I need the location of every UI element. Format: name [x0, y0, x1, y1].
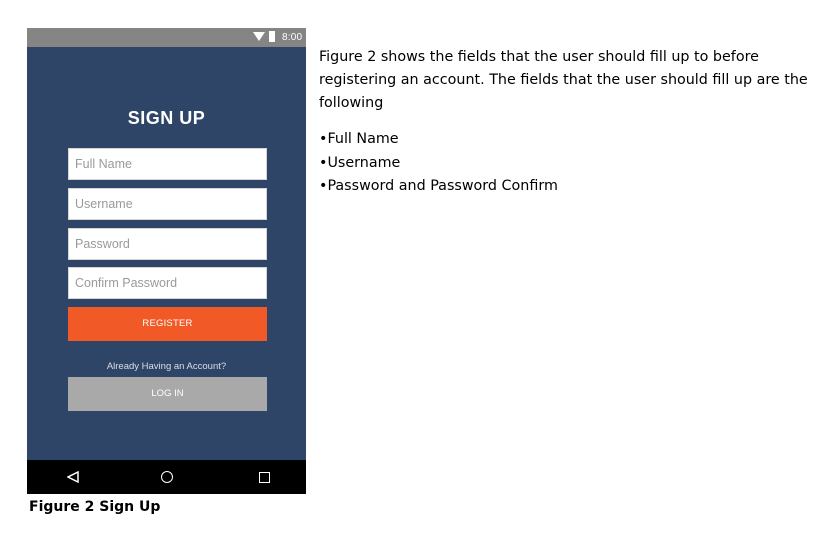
description-text: Figure 2 shows the fields that the user …: [319, 49, 808, 111]
home-icon[interactable]: [161, 471, 173, 483]
password-field[interactable]: [68, 228, 267, 260]
status-bar: 8:00: [27, 28, 306, 47]
register-button[interactable]: REGISTER: [68, 307, 267, 341]
username-field[interactable]: [68, 188, 267, 220]
list-item: Full Name: [319, 128, 558, 152]
wifi-icon: [253, 32, 265, 41]
recent-apps-icon[interactable]: [259, 472, 270, 483]
full-name-field[interactable]: [68, 148, 267, 180]
phone-screenshot: 8:00 SIGN UP REGISTER Already Having an …: [27, 28, 306, 494]
list-item: Username: [319, 152, 558, 176]
list-item: Password and Password Confirm: [319, 175, 557, 199]
status-time: 8:00: [282, 32, 303, 43]
back-icon[interactable]: [67, 471, 79, 483]
battery-icon: [269, 31, 275, 42]
confirm-password-field[interactable]: [68, 267, 267, 299]
page-title: SIGN UP: [127, 108, 206, 128]
android-nav-bar: [27, 460, 306, 494]
figure-caption: Figure 2 Sign Up: [29, 499, 161, 515]
login-button[interactable]: LOG IN: [68, 377, 267, 411]
already-account-text: Already Having an Account?: [106, 361, 227, 372]
field-list: Full Name Username Password and Password…: [319, 128, 558, 199]
